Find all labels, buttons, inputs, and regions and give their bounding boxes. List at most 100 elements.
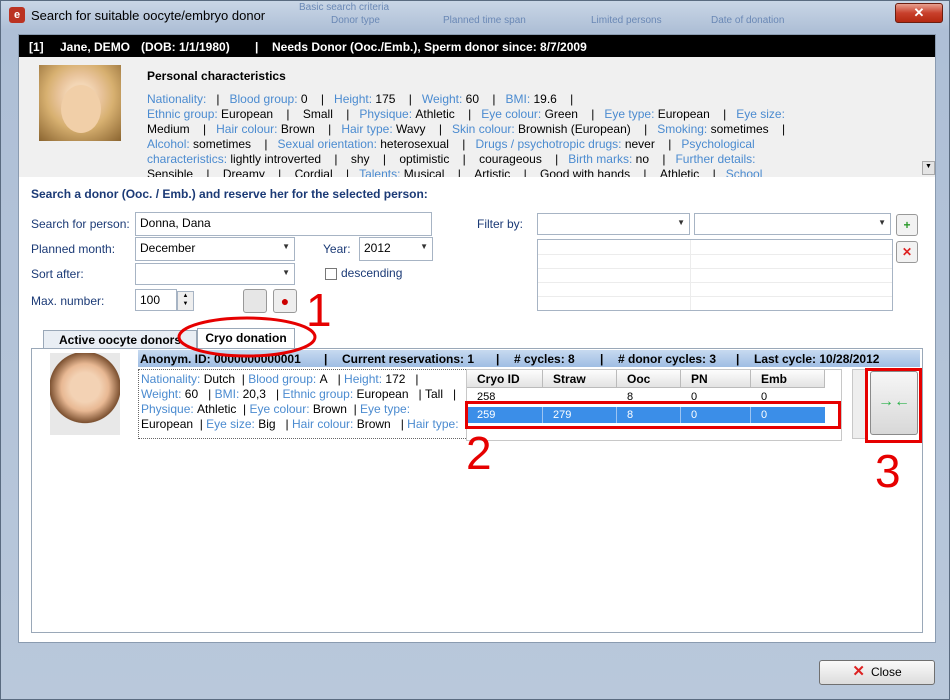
client-area: [1] Jane, DEMO (DOB: 1/1/1980) | Needs D… [18, 34, 936, 643]
planned-month-label: Planned month: [31, 242, 116, 256]
info-line: Weight: 60 | BMI: 20,3 | Ethnic group: E… [141, 387, 456, 401]
field-value: never | [621, 137, 682, 151]
descending-checkbox[interactable] [325, 268, 337, 280]
filter-list[interactable] [537, 239, 893, 311]
field-label: Sexual orientation: [277, 137, 377, 151]
filter-select-2[interactable] [694, 213, 891, 235]
close-button[interactable]: ✕ Close [819, 660, 935, 685]
info-line: Nationality: | Blood group: 0 | Height: … [147, 92, 573, 106]
field-label: Skin colour: [452, 122, 515, 136]
field-value: Big | [254, 417, 292, 431]
scroll-down-icon[interactable]: ▼ [922, 161, 935, 175]
patient-dob: (DOB: 1/1/1980) [141, 40, 230, 54]
person-icon[interactable] [243, 289, 267, 313]
field-label: Blood group: [229, 92, 298, 106]
field-label: Eye size: [736, 107, 785, 121]
planned-month-select[interactable]: December [135, 237, 295, 261]
field-value: Green | [541, 107, 605, 121]
bg-date-of-donation: Date of donation [711, 15, 785, 26]
bg-donor-type: Donor type [331, 15, 380, 26]
field-label: Smoking: [657, 122, 708, 136]
field-label: Psychological [681, 137, 755, 151]
field-value: heterosexual | [376, 137, 476, 151]
patient-id: [1] [29, 40, 44, 54]
filter-list-row-line [538, 268, 892, 269]
add-filter-icon[interactable]: + [896, 214, 918, 236]
separator: | [600, 352, 604, 366]
info-line: Medium | Hair colour: Brown | Hair type:… [147, 122, 785, 136]
delete-filter-icon[interactable]: ✕ [896, 241, 918, 263]
field-value: Dutch | [200, 372, 249, 386]
field-label: BMI: [505, 92, 531, 106]
field-value: Brownish (European) | [514, 122, 658, 136]
col-emb[interactable]: Emb [751, 370, 825, 388]
field-value: Medium | [147, 122, 217, 136]
field-label: Nationality: [141, 372, 201, 386]
tab-active-oocyte-donors[interactable]: Active oocyte donors [43, 330, 197, 349]
app-icon: e [9, 7, 25, 23]
annotation-number-3: 3 [875, 445, 901, 497]
close-icon[interactable]: ✕ [895, 3, 943, 23]
patient-bar: [1] Jane, DEMO (DOB: 1/1/1980) | Needs D… [19, 35, 935, 57]
blood-drop-icon[interactable]: ● [273, 289, 297, 313]
col-cryo-id[interactable]: Cryo ID [467, 370, 543, 388]
bg-limited-persons: Limited persons [591, 15, 662, 26]
field-value: 60 | [462, 92, 506, 106]
col-pn[interactable]: PN [681, 370, 751, 388]
field-label: Weight: [141, 387, 182, 401]
year-select[interactable]: 2012 [359, 237, 433, 261]
donor-last-cycle: Last cycle: 10/28/2012 [754, 352, 880, 366]
donor-photo [50, 353, 120, 435]
window-title: Search for suitable oocyte/embryo donor [31, 8, 266, 23]
personal-title: Personal characteristics [147, 69, 286, 83]
field-label: Hair colour: [216, 122, 278, 136]
field-label: Nationality: [147, 92, 207, 106]
max-number-stepper[interactable]: ▲ ▼ [177, 291, 194, 311]
field-value: Wavy | [392, 122, 453, 136]
field-label: School [725, 167, 763, 177]
field-value: 20,3 | [239, 387, 283, 401]
field-value: Musical | Artistic | Good with hands | A… [400, 167, 726, 177]
field-label: Eye size: [206, 417, 255, 431]
field-value: A | [316, 372, 345, 386]
field-value: 175 | [372, 92, 422, 106]
field-value: European | [141, 417, 207, 431]
field-label: Physique: [141, 402, 194, 416]
search-person-input[interactable]: Donna, Dana [135, 212, 432, 236]
field-label: BMI: [214, 387, 240, 401]
field-value: Brown | [277, 122, 342, 136]
field-label: Ethnic group: [147, 107, 218, 121]
filter-select-1[interactable] [537, 213, 690, 235]
separator: | [255, 40, 259, 54]
field-value: Sensible | Dreamy | Cordial | [147, 167, 360, 177]
max-number-input[interactable]: 100 [135, 289, 177, 311]
field-value: 60 | [181, 387, 215, 401]
field-value: 19.6 | [530, 92, 574, 106]
personal-characteristics-panel: Personal characteristics ▼ Nationality: … [19, 57, 935, 177]
field-value: no | [632, 152, 676, 166]
field-label: Alcohol: [147, 137, 190, 151]
col-straw[interactable]: Straw [543, 370, 617, 388]
field-value: | [206, 92, 230, 106]
sort-after-select[interactable] [135, 263, 295, 285]
field-label: Birth marks: [568, 152, 633, 166]
field-label: Hair type: [341, 122, 393, 136]
descending-label: descending [341, 266, 403, 280]
annotation-box-3 [865, 368, 922, 443]
donor-cycles: # cycles: 8 [514, 352, 575, 366]
field-label: characteristics: [147, 152, 228, 166]
title-bar: e Search for suitable oocyte/embryo dono… [1, 1, 949, 29]
bg-planned-time: Planned time span [443, 15, 526, 26]
field-value: 0 | [297, 92, 335, 106]
col-ooc[interactable]: Ooc [617, 370, 681, 388]
search-heading: Search a donor (Ooc. / Emb.) and reserve… [31, 187, 428, 201]
patient-photo [39, 65, 121, 141]
field-label: Drugs / psychotropic drugs: [475, 137, 622, 151]
filter-list-row-line [538, 296, 892, 297]
background-window-header: Basic search criteria Donor type Planned… [271, 1, 871, 29]
field-label: Weight: [421, 92, 463, 106]
field-label: Eye colour: [481, 107, 542, 121]
annotation-ellipse [177, 316, 317, 358]
filter-list-col-line [690, 240, 691, 310]
field-label: Hair colour: [292, 417, 354, 431]
